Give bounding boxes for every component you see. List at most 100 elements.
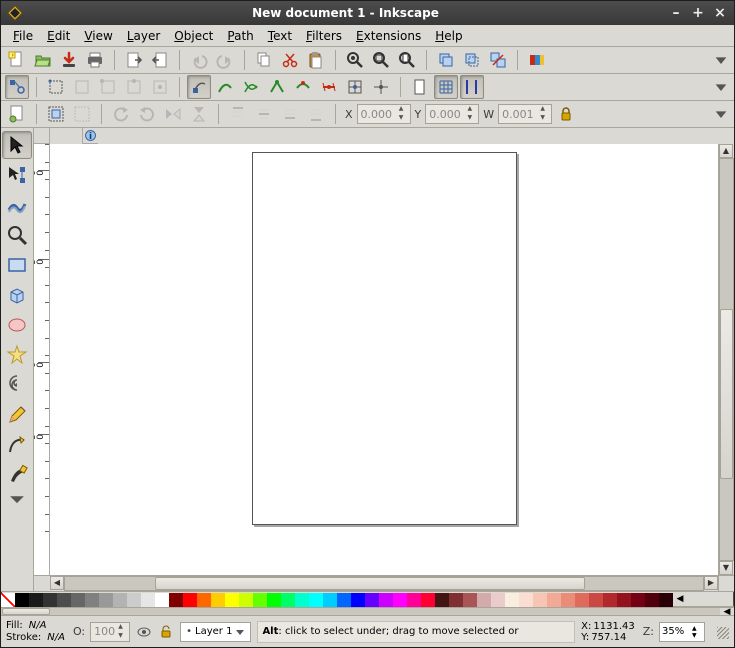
menu-view[interactable]: View [78,26,118,46]
menu-object[interactable]: Object [168,26,219,46]
snap-midpoint-button[interactable] [317,75,341,99]
selector-tool[interactable] [2,131,32,159]
color-swatch[interactable] [127,593,141,607]
menu-layer[interactable]: Layer [121,26,166,46]
color-swatch[interactable] [309,593,323,607]
color-swatch[interactable] [505,593,519,607]
menu-filters[interactable]: Filters [300,26,348,46]
select-all-button[interactable] [44,102,68,126]
menu-file[interactable]: File [7,26,39,46]
menu-help[interactable]: Help [429,26,468,46]
color-swatch[interactable] [407,593,421,607]
zoom-page-button[interactable] [395,48,419,72]
snap-grid-button[interactable] [434,75,458,99]
color-swatch[interactable] [323,593,337,607]
zoom-drawing-button[interactable] [369,48,393,72]
zoom-input[interactable]: 35% ▲▼ [659,622,705,642]
palette-scrollbar[interactable]: ◀ [1,607,734,615]
color-swatch[interactable] [267,593,281,607]
color-swatch[interactable] [477,593,491,607]
dialog-fill-stroke-button[interactable] [525,48,549,72]
color-swatch[interactable] [659,593,673,607]
color-swatch[interactable] [85,593,99,607]
color-swatch[interactable] [43,593,57,607]
color-swatch[interactable] [281,593,295,607]
menu-edit[interactable]: Edit [41,26,76,46]
color-swatch[interactable] [519,593,533,607]
color-swatch[interactable] [113,593,127,607]
fill-stroke-indicator[interactable]: Fill: N/A Stroke: N/A [6,620,65,643]
y-input[interactable]: 0.000 ▲▼ [425,104,479,124]
cut-button[interactable] [278,48,302,72]
color-swatch[interactable] [561,593,575,607]
color-swatch[interactable] [15,593,29,607]
color-swatch[interactable] [183,593,197,607]
color-swatch[interactable] [631,593,645,607]
color-swatch[interactable] [421,593,435,607]
paste-button[interactable] [304,48,328,72]
duplicate-button[interactable] [434,48,458,72]
color-swatch[interactable] [533,593,547,607]
tool-options-overflow-button[interactable] [712,102,730,126]
import-button[interactable] [122,48,146,72]
zoom-selection-button[interactable] [343,48,367,72]
tweak-tool[interactable] [2,191,32,219]
horizontal-scrollbar[interactable]: ◀ ▶ [50,575,718,591]
color-swatch[interactable] [603,593,617,607]
export-button[interactable] [148,48,172,72]
spiral-tool[interactable] [2,371,32,399]
color-swatch[interactable] [337,593,351,607]
rectangle-tool[interactable] [2,251,32,279]
zoom-tool[interactable] [2,221,32,249]
bezier-tool[interactable] [2,431,32,459]
color-swatch[interactable] [155,593,169,607]
ellipse-tool[interactable] [2,311,32,339]
color-swatch[interactable] [351,593,365,607]
x-input[interactable]: 0.000 ▲▼ [357,104,411,124]
color-swatch[interactable] [379,593,393,607]
color-swatch[interactable] [295,593,309,607]
toolbar-overflow-button[interactable] [712,48,730,72]
layer-selector[interactable]: •Layer 1 [180,622,251,642]
open-button[interactable] [31,48,55,72]
color-swatch[interactable] [547,593,561,607]
w-input[interactable]: 0.001 ▲▼ [498,104,552,124]
palette-overflow-button[interactable]: ◀ [673,592,687,606]
lock-aspect-button[interactable] [554,102,578,126]
color-swatch[interactable] [463,593,477,607]
snap-cusp-button[interactable] [265,75,289,99]
snap-bbox-button[interactable] [44,75,68,99]
node-tool[interactable] [2,161,32,189]
color-swatch[interactable] [99,593,113,607]
color-swatch[interactable] [57,593,71,607]
menu-extensions[interactable]: Extensions [350,26,427,46]
unlink-clone-button[interactable] [486,48,510,72]
snap-nodes-button[interactable] [187,75,211,99]
opacity-input[interactable]: 100 ▲▼ [90,622,130,642]
resize-grip[interactable] [715,625,729,639]
color-swatch[interactable] [365,593,379,607]
menu-path[interactable]: Path [221,26,259,46]
snap-smooth-button[interactable] [291,75,315,99]
menu-text[interactable]: Text [262,26,298,46]
canvas[interactable] [50,144,718,575]
clone-button[interactable] [460,48,484,72]
enable-snapping-button[interactable] [5,75,29,99]
color-swatch[interactable] [253,593,267,607]
pencil-tool[interactable] [2,401,32,429]
color-swatch[interactable] [225,593,239,607]
color-swatch[interactable] [239,593,253,607]
snap-path-button[interactable] [213,75,237,99]
no-fill-swatch[interactable] [1,593,15,607]
close-button[interactable]: × [712,5,728,21]
color-swatch[interactable] [575,593,589,607]
guides-menu-button[interactable]: i [82,128,98,144]
select-all-layers-button[interactable] [5,102,29,126]
save-button[interactable] [57,48,81,72]
calligraphy-tool[interactable] [2,461,32,489]
color-swatch[interactable] [141,593,155,607]
3dbox-tool[interactable] [2,281,32,309]
snap-intersection-button[interactable] [239,75,263,99]
minimize-button[interactable]: – [668,5,684,21]
vertical-ruler[interactable]: 1000750500250 [34,144,50,575]
